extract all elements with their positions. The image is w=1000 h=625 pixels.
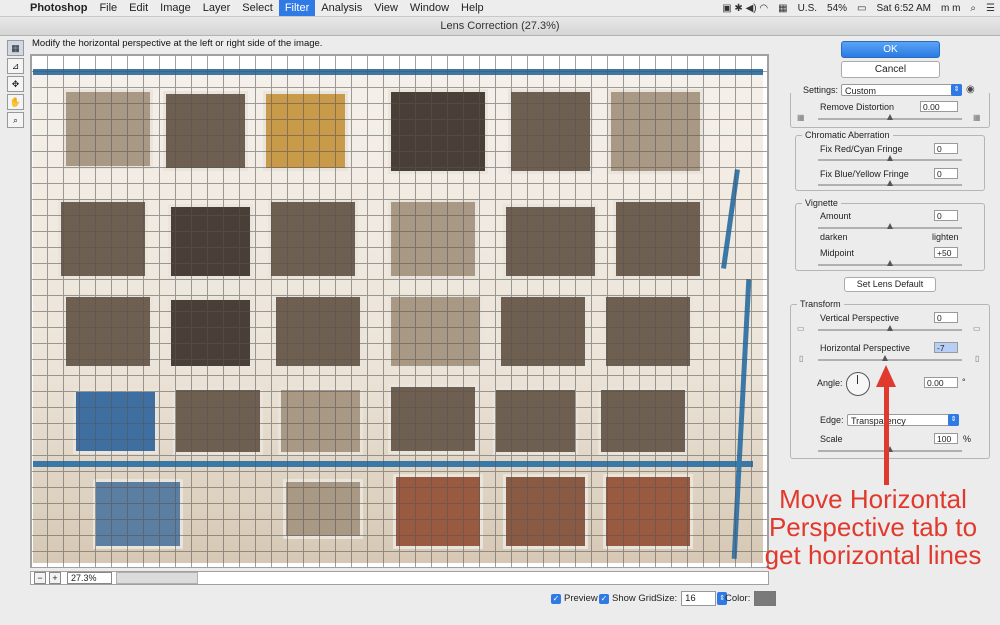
menu-view[interactable]: View: [368, 0, 404, 16]
remove-distortion-thumb[interactable]: [887, 114, 893, 120]
menu-image[interactable]: Image: [154, 0, 197, 16]
angle-dial-needle: [857, 375, 858, 384]
menu-filter[interactable]: Filter: [278, 0, 316, 16]
preview-label: Preview: [564, 593, 598, 604]
edge-value: Transparency: [851, 416, 906, 426]
status-icons[interactable]: ▣ ✱ ◀) ◠: [717, 3, 773, 14]
clock-label[interactable]: Sat 6:52 AM: [871, 3, 935, 14]
grid-color-option: Color:: [725, 591, 777, 606]
remove-distortion-tool-icon[interactable]: ▦: [7, 40, 24, 56]
menu-help[interactable]: Help: [455, 0, 490, 16]
horizontal-left-icon: ▯: [799, 354, 804, 363]
menu-window[interactable]: Window: [404, 0, 455, 16]
horizontal-perspective-field[interactable]: -7: [934, 342, 958, 353]
ok-button[interactable]: OK: [841, 41, 940, 58]
red-cyan-thumb[interactable]: [887, 155, 893, 161]
red-cyan-label: Fix Red/Cyan Fringe: [820, 144, 903, 154]
menu-file[interactable]: File: [93, 0, 123, 16]
edge-label: Edge:: [820, 415, 844, 425]
blue-yellow-label: Fix Blue/Yellow Fringe: [820, 169, 909, 179]
barrel-icon: ▦: [973, 113, 981, 122]
battery-label[interactable]: 54%: [822, 3, 852, 14]
grid-size-field[interactable]: 16: [681, 591, 717, 606]
angle-unit: °: [962, 377, 966, 387]
menu-layer[interactable]: Layer: [197, 0, 237, 16]
vertical-perspective-thumb[interactable]: [887, 325, 893, 331]
horizontal-right-icon: ▯: [975, 354, 980, 363]
straighten-tool-icon[interactable]: ⊿: [7, 58, 24, 74]
size-label: Size:: [656, 593, 678, 604]
menu-analysis[interactable]: Analysis: [315, 0, 368, 16]
vignette-amount-field[interactable]: 0: [934, 210, 958, 221]
angle-dial[interactable]: [846, 372, 870, 396]
lighten-label: lighten: [932, 232, 959, 242]
menu-list-icon[interactable]: ☰: [981, 3, 1000, 14]
vertical-left-icon: ▭: [797, 324, 805, 333]
darken-label: darken: [820, 232, 848, 242]
move-grid-tool-icon[interactable]: ✥: [7, 76, 24, 92]
preview-checkbox[interactable]: ✓: [551, 593, 561, 604]
midpoint-thumb[interactable]: [887, 260, 893, 266]
hand-tool-icon[interactable]: ✋: [7, 94, 24, 110]
user-label[interactable]: m m: [936, 3, 965, 14]
vertical-perspective-field[interactable]: 0: [934, 312, 958, 323]
vignette-amount-label: Amount: [820, 211, 852, 221]
status-bar: − + 27.3%: [30, 571, 769, 585]
horizontal-perspective-label: Horizontal Perspective: [820, 343, 911, 353]
zoom-in-button[interactable]: +: [49, 572, 61, 584]
angle-field[interactable]: 0.00: [924, 377, 958, 388]
zoom-level[interactable]: 27.3%: [67, 572, 112, 584]
preview-option: ✓ Preview: [551, 593, 598, 604]
zoom-out-button[interactable]: −: [34, 572, 46, 584]
toolbox: ▦ ⊿ ✥ ✋ ⌕: [7, 40, 24, 130]
set-lens-default-button[interactable]: Set Lens Default: [844, 277, 936, 292]
midpoint-field[interactable]: +50: [934, 247, 958, 258]
show-grid-label: Show Grid: [612, 593, 657, 604]
annotation-arrow-shaft: [884, 380, 889, 485]
vertical-right-icon: ▭: [973, 324, 981, 333]
menu-extras: ▣ ✱ ◀) ◠ ▦ U.S. 54% ▭ Sat 6:52 AM m m ⌕ …: [717, 0, 1000, 16]
scale-field[interactable]: 100: [934, 433, 958, 444]
horizontal-scrollbar[interactable]: [116, 572, 198, 584]
color-label: Color:: [725, 593, 751, 604]
vertical-perspective-label: Vertical Perspective: [820, 313, 900, 323]
vignette-amount-thumb[interactable]: [887, 223, 893, 229]
edge-select[interactable]: Transparency ⇕: [847, 414, 959, 426]
chromatic-title: Chromatic Aberration: [802, 130, 893, 141]
search-icon[interactable]: ⌕: [965, 3, 981, 14]
menu-edit[interactable]: Edit: [123, 0, 154, 16]
menu-bar: Photoshop File Edit Image Layer Select F…: [0, 0, 1000, 17]
menu-app[interactable]: Photoshop: [24, 0, 93, 16]
scale-label: Scale: [820, 434, 843, 444]
grid-option: ✓ Show Grid: [599, 593, 656, 604]
chevron-down-icon: ⇕: [948, 414, 959, 426]
midpoint-label: Midpoint: [820, 248, 855, 258]
remove-distortion-field[interactable]: 0.00: [920, 101, 958, 112]
remove-distortion-label: Remove Distortion: [820, 102, 895, 112]
horizontal-perspective-slider[interactable]: [818, 359, 962, 361]
battery-icon[interactable]: ▭: [852, 3, 871, 14]
preview-canvas[interactable]: [30, 54, 769, 568]
grid-size-option: Size: 16 ⇕: [656, 591, 728, 606]
menu-select[interactable]: Select: [236, 0, 279, 16]
alignment-grid: [31, 55, 768, 567]
horizontal-perspective-thumb[interactable]: [881, 355, 888, 361]
locale-label[interactable]: U.S.: [793, 3, 822, 14]
grid-color-swatch[interactable]: [754, 591, 777, 606]
annotation-text: Move Horizontal Perspective tab to get h…: [764, 484, 982, 570]
cancel-button[interactable]: Cancel: [841, 61, 940, 78]
window-title: Lens Correction (27.3%): [0, 17, 1000, 36]
show-grid-checkbox[interactable]: ✓: [599, 593, 609, 604]
angle-label: Angle:: [817, 378, 843, 388]
pincushion-icon: ▦: [797, 113, 805, 122]
blue-yellow-thumb[interactable]: [887, 180, 893, 186]
transform-title: Transform: [797, 299, 844, 310]
instruction-text: Modify the horizontal perspective at the…: [32, 38, 323, 49]
flag-icon: ▦: [778, 2, 788, 14]
scale-unit: %: [963, 434, 972, 444]
zoom-tool-icon[interactable]: ⌕: [7, 112, 24, 128]
red-cyan-field[interactable]: 0: [934, 143, 958, 154]
vignette-title: Vignette: [802, 198, 841, 209]
blue-yellow-field[interactable]: 0: [934, 168, 958, 179]
